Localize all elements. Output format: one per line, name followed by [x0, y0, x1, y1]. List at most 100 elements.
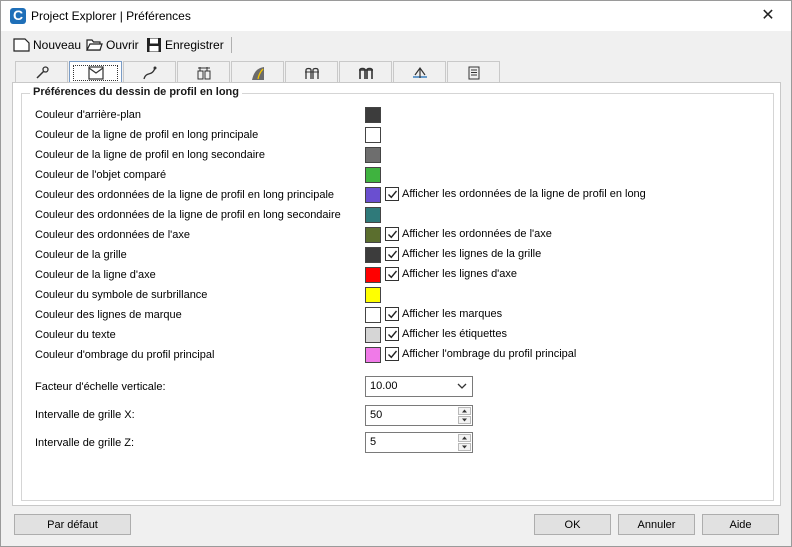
open-label: Ouvrir	[106, 38, 139, 52]
chevron-down-icon	[457, 383, 467, 389]
color-swatch[interactable]	[365, 267, 381, 283]
vertical-scale-value: 10.00	[370, 380, 398, 392]
save-button[interactable]: Enregistrer	[146, 36, 224, 54]
tab-road[interactable]	[231, 61, 284, 83]
spin-up-button[interactable]	[458, 407, 471, 415]
color-swatch[interactable]	[365, 347, 381, 363]
color-swatch[interactable]	[365, 107, 381, 123]
triangle-up-icon	[462, 409, 467, 413]
show-axis-ordinates-checkbox[interactable]	[385, 227, 399, 241]
group-title: Préférences du dessin de profil en long	[30, 86, 242, 98]
color-row-main-shading: Couleur d'ombrage du profil principal Af…	[22, 346, 762, 366]
color-swatch[interactable]	[365, 147, 381, 163]
toolbar-separator	[231, 37, 232, 53]
color-swatch[interactable]	[365, 127, 381, 143]
color-row-grid: Couleur de la grille Afficher les lignes…	[22, 246, 762, 266]
tab-structures[interactable]	[177, 61, 230, 83]
color-row-main-profile: Couleur de la ligne de profil en long pr…	[22, 126, 762, 146]
culvert-alt-icon	[358, 67, 373, 79]
color-row-label: Couleur du symbole de surbrillance	[35, 289, 208, 301]
checkmark-icon	[388, 250, 398, 259]
new-label: Nouveau	[33, 38, 82, 52]
color-swatch[interactable]	[365, 167, 381, 183]
color-row-label: Couleur de la ligne d'axe	[35, 269, 156, 281]
spin-up-button[interactable]	[458, 434, 471, 442]
color-row-secondary-ordinates: Couleur des ordonnées de la ligne de pro…	[22, 206, 762, 226]
tab-focus-rect	[73, 65, 118, 81]
new-button[interactable]: Nouveau	[13, 36, 81, 54]
checkbox-label: Afficher les lignes d'axe	[402, 268, 518, 280]
road-icon	[251, 66, 264, 80]
preferences-panel: Préférences du dessin de profil en long …	[12, 82, 781, 506]
tab-alignment[interactable]	[123, 61, 176, 83]
color-swatch[interactable]	[365, 327, 381, 343]
color-row-label: Couleur des lignes de marque	[35, 309, 182, 321]
color-row-label: Couleur des ordonnées de la ligne de pro…	[35, 209, 341, 221]
color-row-axis-ordinates: Couleur des ordonnées de l'axe Afficher …	[22, 226, 762, 246]
color-row-text: Couleur du texte Afficher les étiquettes	[22, 326, 762, 346]
close-button[interactable]: ✕	[745, 1, 791, 31]
color-row-label: Couleur des ordonnées de la ligne de pro…	[35, 189, 335, 201]
tab-list[interactable]	[447, 61, 500, 83]
tab-culvert[interactable]	[285, 61, 338, 83]
help-button[interactable]: Aide	[702, 514, 779, 535]
tab-axis[interactable]	[393, 61, 446, 83]
checkmark-icon	[388, 310, 398, 319]
show-main-shading-checkbox[interactable]	[385, 347, 399, 361]
preferences-window: Project Explorer | Préférences ✕ Nouveau…	[0, 0, 792, 547]
app-icon	[10, 7, 26, 24]
color-swatch[interactable]	[365, 247, 381, 263]
show-marks-checkbox[interactable]	[385, 307, 399, 321]
open-folder-icon	[86, 39, 103, 51]
alignment-curve-icon	[142, 66, 156, 79]
color-swatch[interactable]	[365, 187, 381, 203]
spin-down-button[interactable]	[458, 443, 471, 451]
structure-icon	[197, 66, 210, 79]
culvert-icon	[304, 67, 319, 79]
checkbox-label: Afficher les étiquettes	[402, 328, 507, 340]
color-row-label: Couleur de la ligne de profil en long pr…	[35, 129, 259, 141]
color-row-secondary-profile: Couleur de la ligne de profil en long se…	[22, 146, 762, 166]
show-labels-checkbox[interactable]	[385, 327, 399, 341]
grid-x-spinner[interactable]: 50	[365, 405, 473, 426]
checkbox-label: Afficher les ordonnées de l'axe	[402, 228, 552, 240]
list-icon	[468, 66, 479, 79]
color-row-label: Couleur de la ligne de profil en long se…	[35, 149, 265, 161]
triangle-down-icon	[462, 445, 467, 449]
color-swatch[interactable]	[365, 287, 381, 303]
spinner-buttons	[458, 407, 471, 424]
checkbox-label: Afficher les ordonnées de la ligne de pr…	[402, 188, 646, 200]
checkmark-icon	[388, 270, 398, 279]
checkbox-label: Afficher les marques	[402, 308, 503, 320]
axis-icon	[412, 66, 427, 78]
profile-drawing-group: Préférences du dessin de profil en long …	[21, 86, 774, 501]
grid-z-spinner[interactable]: 5	[365, 432, 473, 453]
vertical-scale-select[interactable]: 10.00	[365, 376, 473, 397]
tab-profile[interactable]	[69, 61, 122, 84]
color-row-compared-object: Couleur de l'objet comparé	[22, 166, 762, 186]
show-axis-lines-checkbox[interactable]	[385, 267, 399, 281]
tab-general[interactable]	[15, 61, 68, 83]
show-profile-ordinates-checkbox[interactable]	[385, 187, 399, 201]
color-row-highlight-symbol: Couleur du symbole de surbrillance	[22, 286, 762, 306]
color-row-mark-lines: Couleur des lignes de marque Afficher le…	[22, 306, 762, 326]
color-row-background: Couleur d'arrière-plan	[22, 106, 762, 126]
color-row-axis-line: Couleur de la ligne d'axe Afficher les l…	[22, 266, 762, 286]
open-button[interactable]: Ouvrir	[86, 36, 139, 54]
grid-x-label: Intervalle de grille X:	[35, 409, 135, 421]
default-button[interactable]: Par défaut	[14, 514, 131, 535]
color-row-main-ordinates: Couleur des ordonnées de la ligne de pro…	[22, 186, 762, 206]
grid-z-value: 5	[370, 436, 377, 448]
checkmark-icon	[388, 350, 398, 359]
window-title: Project Explorer | Préférences	[31, 9, 191, 23]
color-swatch[interactable]	[365, 227, 381, 243]
grid-x-value: 50	[370, 409, 383, 421]
spin-down-button[interactable]	[458, 416, 471, 424]
tab-culvert-alt[interactable]	[339, 61, 392, 83]
cancel-button[interactable]: Annuler	[618, 514, 695, 535]
color-swatch[interactable]	[365, 207, 381, 223]
save-label: Enregistrer	[165, 38, 224, 52]
show-grid-lines-checkbox[interactable]	[385, 247, 399, 261]
ok-button[interactable]: OK	[534, 514, 611, 535]
color-swatch[interactable]	[365, 307, 381, 323]
